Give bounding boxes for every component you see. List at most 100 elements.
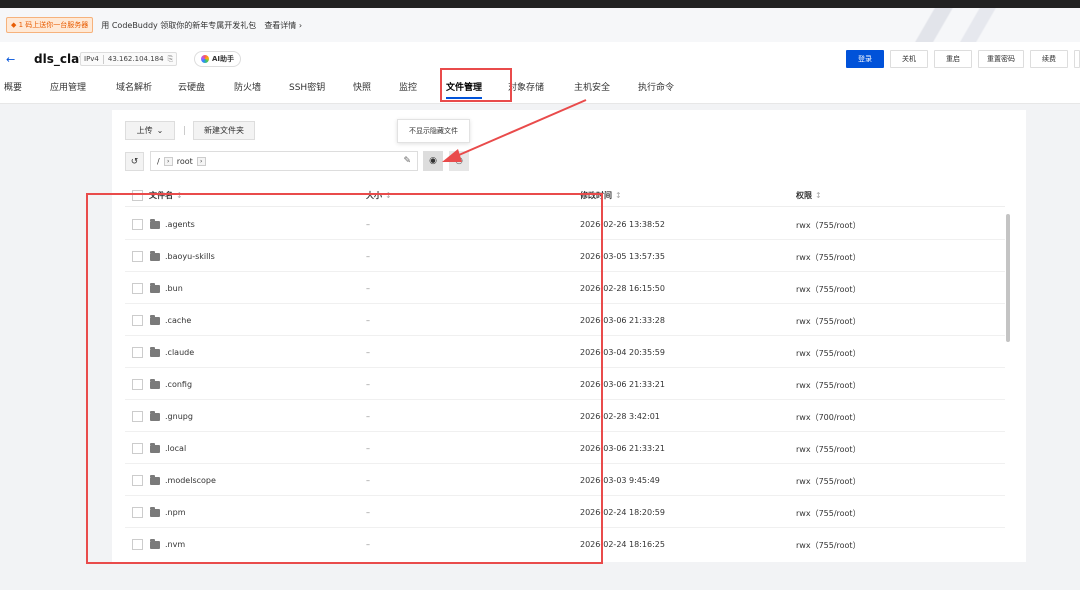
file-permission: rwx（755/root）: [796, 381, 861, 390]
promo-tag[interactable]: ◆ 1 码上送你一台服务器: [6, 17, 94, 33]
file-size: –: [366, 220, 370, 229]
column-header-name[interactable]: 文件名 ↕: [149, 190, 183, 201]
chevron-down-icon: ⌄: [156, 126, 164, 135]
file-name[interactable]: .baoyu-skills: [165, 252, 215, 261]
tab-5[interactable]: SSH密钥: [289, 80, 325, 93]
scrollbar[interactable]: [1006, 214, 1010, 550]
table-row[interactable]: .claude – 2026-03-04 20:35:59 rwx（755/root）: [125, 336, 1005, 368]
file-name[interactable]: .npm: [165, 508, 185, 517]
ip-separator: [102, 54, 104, 64]
header-button-4[interactable]: 续费: [1030, 50, 1068, 68]
folder-icon: [150, 315, 160, 325]
row-checkbox[interactable]: [132, 507, 143, 518]
upload-button[interactable]: 上传 ⌄: [125, 121, 175, 140]
header-button-3[interactable]: 重置密码: [978, 50, 1024, 68]
file-name[interactable]: .config: [165, 380, 192, 389]
table-row[interactable]: .local – 2026-03-06 21:33:21 rwx（755/root）: [125, 432, 1005, 464]
header-action-buttons: 登录 关机 重启 重置密码 续费: [846, 50, 1080, 68]
row-checkbox[interactable]: [132, 539, 143, 550]
file-permission: rwx（755/root）: [796, 221, 861, 230]
file-size: –: [366, 348, 370, 357]
column-header-size[interactable]: 大小 ↕: [366, 190, 392, 201]
folder-icon: [150, 411, 160, 421]
ai-assistant-button[interactable]: AI助手: [194, 51, 242, 67]
file-size: –: [366, 540, 370, 549]
header-button-1[interactable]: 关机: [890, 50, 928, 68]
file-modified-time: 2026-02-28 3:42:01: [580, 412, 660, 421]
select-all-checkbox[interactable]: [132, 190, 143, 201]
table-row[interactable]: .config – 2026-03-06 21:33:21 rwx（755/root）: [125, 368, 1005, 400]
table-row[interactable]: .bun – 2026-02-28 16:15:50 rwx（755/root）: [125, 272, 1005, 304]
file-name[interactable]: .modelscope: [165, 476, 216, 485]
folder-icon: [150, 283, 160, 293]
path-input[interactable]: / › root › ✎: [150, 151, 418, 171]
promo-details-link[interactable]: 查看详情 ›: [264, 20, 302, 31]
header-button-0[interactable]: 登录: [846, 50, 884, 68]
tab-3[interactable]: 云硬盘: [178, 80, 205, 93]
row-checkbox[interactable]: [132, 347, 143, 358]
tab-7[interactable]: 监控: [399, 80, 417, 93]
tab-bar: 概要 应用管理 域名解析 云硬盘 防火墙 SSH密钥 快照 监控 文件管理 对象存储 主机安全 执行命…: [0, 78, 1080, 104]
history-clock-icon[interactable]: ◷: [449, 151, 469, 171]
tab-11[interactable]: 执行命令: [638, 80, 674, 93]
row-checkbox[interactable]: [132, 219, 143, 230]
back-arrow-icon[interactable]: ←: [6, 53, 15, 66]
file-modified-time: 2026-03-04 20:35:59: [580, 348, 665, 357]
column-header-permission[interactable]: 权限 ↕: [796, 190, 822, 201]
row-checkbox[interactable]: [132, 443, 143, 454]
file-name[interactable]: .gnupg: [165, 412, 193, 421]
tab-1[interactable]: 应用管理: [50, 80, 86, 93]
tab-2[interactable]: 域名解析: [116, 80, 152, 93]
file-size: –: [366, 476, 370, 485]
row-checkbox[interactable]: [132, 315, 143, 326]
row-checkbox[interactable]: [132, 411, 143, 422]
promo-decoration: [880, 8, 1040, 42]
file-permission: rwx（755/root）: [796, 317, 861, 326]
table-row[interactable]: .npm – 2026-02-24 18:20:59 rwx（755/root）: [125, 496, 1005, 528]
row-checkbox[interactable]: [132, 283, 143, 294]
copy-icon[interactable]: ⎘: [168, 55, 174, 64]
tab-8[interactable]: 文件管理: [446, 80, 482, 93]
path-chevron-icon[interactable]: ›: [196, 156, 206, 166]
scrollbar-thumb[interactable]: [1006, 214, 1010, 342]
path-segment-root[interactable]: root: [177, 157, 193, 166]
file-permission: rwx（755/root）: [796, 285, 861, 294]
column-header-modified[interactable]: 修改时间 ↕: [580, 190, 622, 201]
new-folder-button[interactable]: 新建文件夹: [193, 121, 255, 140]
path-chevron-icon[interactable]: ›: [163, 156, 173, 166]
header-button-overflow[interactable]: [1074, 50, 1080, 68]
header-button-2[interactable]: 重启: [934, 50, 972, 68]
table-row[interactable]: .agents – 2026-02-26 13:38:52 rwx（755/root）: [125, 208, 1005, 240]
file-name[interactable]: .claude: [165, 348, 194, 357]
row-checkbox[interactable]: [132, 379, 143, 390]
tab-0[interactable]: 概要: [4, 80, 22, 93]
file-modified-time: 2026-03-03 9:45:49: [580, 476, 660, 485]
file-permission: rwx（755/root）: [796, 541, 861, 550]
table-row[interactable]: .gnupg – 2026-02-28 3:42:01 rwx（700/root）: [125, 400, 1005, 432]
tab-10[interactable]: 主机安全: [574, 80, 610, 93]
file-name[interactable]: .local: [165, 444, 186, 453]
file-name[interactable]: .agents: [165, 220, 195, 229]
row-checkbox[interactable]: [132, 475, 143, 486]
file-name[interactable]: .nvm: [165, 540, 185, 549]
edit-path-icon[interactable]: ✎: [403, 156, 411, 166]
upload-label: 上传: [136, 126, 153, 135]
file-permission: rwx（700/root）: [796, 413, 861, 422]
row-checkbox[interactable]: [132, 251, 143, 262]
file-manager-panel: 上传 ⌄ 新建文件夹 不显示隐藏文件 ↺ / › root › ✎ ◉ ◷ 文件…: [112, 110, 1026, 562]
toggle-hidden-files-eye-icon[interactable]: ◉: [423, 151, 443, 171]
file-name[interactable]: .bun: [165, 284, 183, 293]
tab-6[interactable]: 快照: [353, 80, 371, 93]
file-name[interactable]: .cache: [165, 316, 191, 325]
table-row[interactable]: .modelscope – 2026-03-03 9:45:49 rwx（755/ro…: [125, 464, 1005, 496]
table-row[interactable]: .nvm – 2026-02-24 18:16:25 rwx（755/root）: [125, 528, 1005, 554]
folder-icon: [150, 379, 160, 389]
refresh-icon[interactable]: ↺: [125, 152, 144, 171]
tab-9[interactable]: 对象存储: [508, 80, 544, 93]
file-modified-time: 2026-02-26 13:38:52: [580, 220, 665, 229]
table-row[interactable]: .baoyu-skills – 2026-03-05 13:57:35 rwx（755…: [125, 240, 1005, 272]
table-row[interactable]: .cache – 2026-03-06 21:33:28 rwx（755/root）: [125, 304, 1005, 336]
tab-4[interactable]: 防火墙: [234, 80, 261, 93]
path-root[interactable]: /: [157, 157, 160, 166]
sort-icon: ↕: [176, 191, 183, 200]
